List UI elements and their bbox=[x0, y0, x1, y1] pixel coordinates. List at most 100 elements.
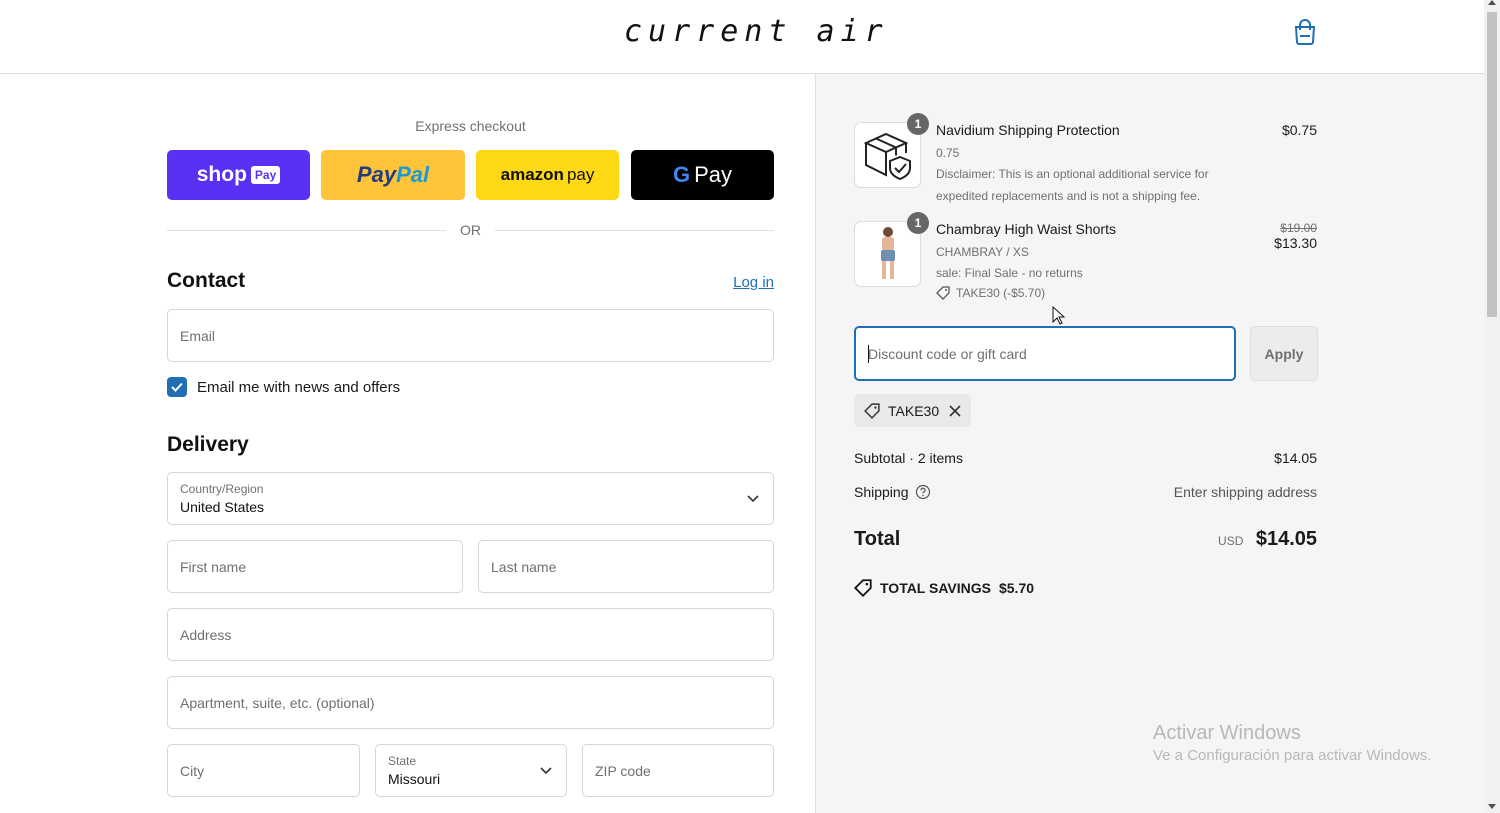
line-item: 1 Chambray High Waist Shorts CHAMBRAY / … bbox=[854, 212, 1317, 304]
item-sale-note: sale: Final Sale - no returns bbox=[936, 266, 1083, 280]
watermark-line-2: Ve a Configuración para activar Windows. bbox=[1153, 747, 1432, 764]
city-field[interactable]: City bbox=[167, 744, 360, 797]
checkout-form: Express checkout shop Pay Pay Pal amazon p… bbox=[0, 74, 815, 813]
chevron-down-icon bbox=[747, 494, 759, 502]
newsletter-label: Email me with news and offers bbox=[197, 378, 401, 396]
paypal-label-2: Pal bbox=[396, 162, 430, 187]
city-placeholder: City bbox=[180, 762, 205, 779]
item-name: Chambray High Waist Shorts bbox=[936, 221, 1116, 237]
shipping-label: Shipping bbox=[854, 484, 909, 500]
paypal-label-1: Pay bbox=[356, 162, 397, 187]
page-scrollbar[interactable] bbox=[1484, 0, 1500, 813]
tag-icon bbox=[854, 579, 872, 597]
total-label: Total bbox=[854, 528, 901, 550]
amazon-pay-label-2: pay bbox=[566, 165, 595, 184]
email-placeholder: Email bbox=[180, 327, 216, 344]
subtotal-row: Subtotal · 2 items $14.05 bbox=[854, 450, 1317, 466]
chevron-down-icon bbox=[540, 766, 552, 774]
first-name-placeholder: First name bbox=[180, 558, 247, 575]
address-field[interactable]: Address bbox=[167, 608, 774, 661]
google-g-icon: G bbox=[672, 162, 691, 187]
help-circle-icon[interactable] bbox=[915, 484, 931, 500]
subtotal-label: Subtotal · 2 items bbox=[854, 450, 963, 466]
shipping-value: Enter shipping address bbox=[1173, 484, 1317, 500]
country-select[interactable]: Country/Region United States bbox=[167, 472, 774, 525]
store-logo[interactable]: current air bbox=[624, 14, 889, 49]
email-field[interactable]: Email bbox=[167, 309, 774, 362]
discount-placeholder: Discount code or gift card bbox=[868, 345, 1027, 362]
google-pay-button[interactable]: G Pay bbox=[631, 150, 774, 200]
subtotal-value: $14.05 bbox=[1274, 450, 1317, 466]
total-value: $14.05 bbox=[1255, 528, 1317, 550]
last-name-placeholder: Last name bbox=[491, 558, 557, 575]
item-price: $0.75 bbox=[1281, 122, 1317, 138]
apartment-field[interactable]: Apartment, suite, etc. (optional) bbox=[167, 676, 774, 729]
total-currency: USD bbox=[1218, 534, 1244, 548]
shop-pay-badge: Pay bbox=[250, 166, 281, 184]
site-header: current air bbox=[0, 0, 1484, 74]
country-value: United States bbox=[180, 499, 265, 515]
tag-icon bbox=[936, 286, 950, 300]
item-variant: 0.75 bbox=[936, 146, 960, 160]
apply-discount-button[interactable]: Apply bbox=[1250, 326, 1318, 381]
line-item: 1 Navidium Shipping Protection 0.75 Disc… bbox=[854, 113, 1317, 212]
or-text: OR bbox=[460, 222, 481, 238]
sale-price: $13.30 bbox=[1274, 235, 1317, 251]
savings-value: $5.70 bbox=[998, 580, 1035, 596]
zip-field[interactable]: ZIP code bbox=[582, 744, 774, 797]
shopping-bag-icon[interactable] bbox=[1292, 18, 1318, 46]
amazon-pay-label-1: amazon bbox=[500, 165, 564, 184]
applied-code-text: TAKE30 bbox=[888, 402, 940, 419]
delivery-heading: Delivery bbox=[167, 433, 249, 456]
order-summary: 1 Navidium Shipping Protection 0.75 Disc… bbox=[815, 74, 1484, 813]
amazon-pay-button[interactable]: amazon pay bbox=[476, 150, 619, 200]
item-name: Navidium Shipping Protection bbox=[936, 122, 1120, 138]
zip-placeholder: ZIP code bbox=[595, 762, 651, 779]
divider-line bbox=[167, 229, 446, 231]
state-select[interactable]: State Missouri bbox=[375, 744, 567, 797]
item-discount: TAKE30 (-$5.70) bbox=[936, 282, 1045, 304]
windows-activation-watermark: Activar Windows Ve a Configuración para … bbox=[1153, 722, 1431, 764]
state-label: State bbox=[388, 754, 417, 768]
or-divider: OR bbox=[167, 220, 774, 240]
express-checkout-title: Express checkout bbox=[415, 118, 526, 134]
savings-label: TOTAL SAVINGS bbox=[880, 580, 991, 596]
first-name-field[interactable]: First name bbox=[167, 540, 463, 593]
item-disclaimer-2: expedited replacements and is not a ship… bbox=[936, 189, 1201, 203]
google-pay-label: Pay bbox=[694, 162, 733, 187]
mouse-cursor-icon bbox=[1052, 306, 1066, 325]
watermark-line-1: Activar Windows bbox=[1153, 722, 1301, 744]
applied-discount-tag: TAKE30 bbox=[854, 394, 972, 427]
country-label: Country/Region bbox=[180, 482, 264, 496]
item-discount-text: TAKE30 (-$5.70) bbox=[956, 286, 1046, 300]
shorts-model-image bbox=[880, 227, 895, 279]
divider-line bbox=[495, 229, 774, 231]
remove-discount-icon[interactable] bbox=[949, 404, 961, 417]
total-savings-row: TOTAL SAVINGS $5.70 bbox=[854, 579, 1034, 597]
tag-icon bbox=[864, 402, 880, 419]
contact-heading: Contact bbox=[167, 269, 246, 292]
address-placeholder: Address bbox=[180, 626, 232, 643]
discount-code-input[interactable]: Discount code or gift card bbox=[854, 326, 1236, 381]
quantity-badge: 1 bbox=[907, 212, 929, 234]
quantity-badge: 1 bbox=[907, 113, 929, 135]
shipping-row: Shipping Enter shipping address bbox=[854, 484, 1317, 500]
paypal-button[interactable]: Pay Pal bbox=[321, 150, 465, 200]
item-price: $19.00 $13.30 bbox=[1274, 221, 1317, 251]
original-price: $19.00 bbox=[1280, 221, 1317, 235]
login-link[interactable]: Log in bbox=[733, 274, 774, 291]
scroll-up-arrow-icon[interactable] bbox=[1488, 0, 1496, 5]
newsletter-checkbox[interactable] bbox=[167, 377, 187, 397]
shipping-protection-icon bbox=[863, 132, 911, 181]
item-variant: CHAMBRAY / XS bbox=[936, 245, 1029, 259]
scroll-thumb[interactable] bbox=[1487, 12, 1497, 317]
state-value: Missouri bbox=[388, 771, 441, 787]
apartment-placeholder: Apartment, suite, etc. (optional) bbox=[180, 694, 375, 711]
total-row: Total USD $14.05 bbox=[854, 528, 1317, 551]
shop-pay-button[interactable]: shop Pay bbox=[167, 150, 310, 200]
shop-pay-label: shop bbox=[196, 163, 247, 186]
item-disclaimer: Disclaimer: This is an optional addition… bbox=[936, 167, 1209, 181]
scroll-down-arrow-icon[interactable] bbox=[1488, 804, 1496, 809]
newsletter-checkbox-row[interactable]: Email me with news and offers bbox=[167, 377, 400, 397]
last-name-field[interactable]: Last name bbox=[478, 540, 774, 593]
